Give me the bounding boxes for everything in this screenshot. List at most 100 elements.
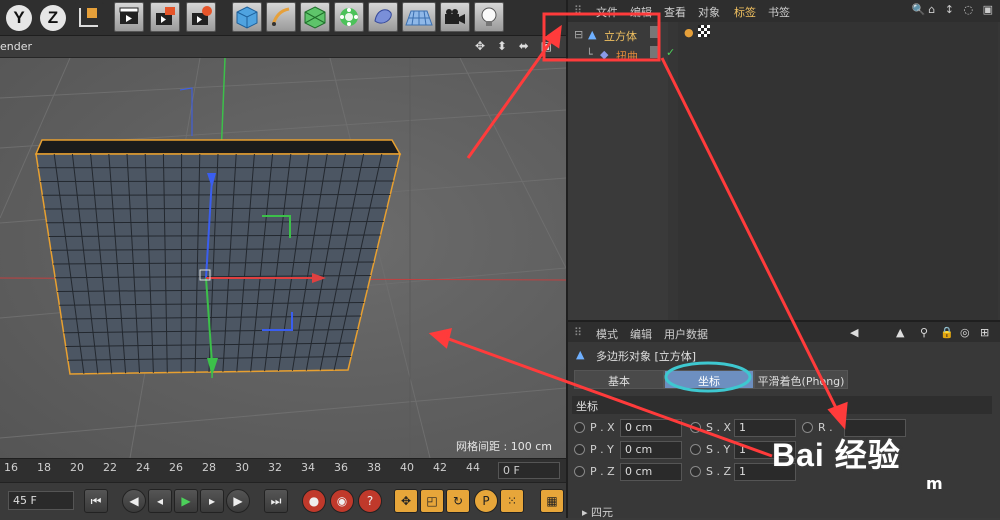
attribute-manager-menu: ⠿ 模式 编辑 用户数据 ◀ ▲ ⚲ 🔒 ◎ ⊞ — [568, 322, 1000, 342]
pen-spline-icon[interactable] — [266, 2, 296, 32]
subdivision-surface-icon[interactable] — [300, 2, 330, 32]
ruler-tick: 26 — [169, 461, 183, 474]
position-radio[interactable] — [574, 466, 585, 477]
baidu-watermark: Bai 经验 — [772, 430, 901, 476]
menu-bookmarks[interactable]: 书签 — [768, 4, 790, 20]
current-frame-field[interactable]: 45 F — [8, 491, 74, 510]
ruler-tick: 20 — [70, 461, 84, 474]
prev-frame-icon[interactable]: ◂ — [148, 489, 172, 513]
viewport-3d[interactable]: 网格间距 : 100 cm — [0, 58, 566, 458]
scale-label: S . X — [706, 421, 731, 434]
panel-grip-icon[interactable]: ⠿ — [574, 326, 582, 339]
scale-radio[interactable] — [690, 422, 701, 433]
polygon-object-icon: ▲ — [576, 348, 584, 361]
prev-key-icon[interactable]: ◀ — [122, 489, 146, 513]
scale-radio[interactable] — [690, 466, 701, 477]
tag-column: ● — [678, 22, 998, 320]
ruler-tick: 44 — [466, 461, 480, 474]
menu-file[interactable]: 文件 — [596, 4, 618, 20]
scale-radio[interactable] — [690, 444, 701, 455]
record-key-icon[interactable]: ● — [302, 489, 326, 513]
layer-toggle-icon-2[interactable] — [650, 46, 660, 58]
point-level-icon[interactable]: ⁙ — [500, 489, 524, 513]
tree-branch-icon: └ — [586, 48, 593, 61]
position-field[interactable]: 0 cm — [620, 419, 682, 437]
end-frame-field[interactable]: 0 F — [498, 462, 560, 479]
menu-view[interactable]: 查看 — [664, 4, 686, 20]
tab-coordinates[interactable]: 坐标 — [664, 370, 754, 389]
polygon-object-icon: ▲ — [588, 28, 596, 41]
render-to-picture-viewer-icon[interactable] — [150, 2, 180, 32]
search-icon[interactable]: ⚲ — [920, 326, 928, 339]
ruler-tick: 40 — [400, 461, 414, 474]
keyframe-selection-icon[interactable]: ? — [358, 489, 382, 513]
cloner-icon[interactable] — [334, 2, 364, 32]
tab-basic[interactable]: 基本 — [574, 370, 664, 389]
position-field[interactable]: 0 cm — [620, 463, 682, 481]
timeline-icon[interactable]: ▦ — [540, 489, 564, 513]
ruler-tick: 36 — [334, 461, 348, 474]
new-panel-icon[interactable]: ⊞ — [980, 326, 989, 339]
deformer-icon[interactable] — [368, 2, 398, 32]
scale-key-icon[interactable]: ◰ — [420, 489, 444, 513]
menu-am-edit[interactable]: 编辑 — [630, 326, 652, 342]
axis-z-button[interactable]: Z — [40, 5, 66, 31]
axis-y-button[interactable]: Y — [6, 5, 32, 31]
om-search-home-icons[interactable]: 🔍⌂ ↕ ◌ ▣ — [912, 3, 996, 16]
scale-label: S . Y — [706, 443, 730, 456]
position-field[interactable]: 0 cm — [620, 441, 682, 459]
object-manager-menu: ⠿ 文件 编辑 查看 对象 标签 书签 🔍⌂ ↕ ◌ ▣ — [568, 0, 1000, 22]
next-frame-icon[interactable]: ▸ — [200, 489, 224, 513]
lock-icon[interactable]: 🔒 — [940, 326, 954, 339]
position-label: P . X — [590, 421, 615, 434]
move-key-icon[interactable]: ✥ — [394, 489, 418, 513]
back-arrow-icon[interactable]: ◀ — [850, 326, 858, 339]
position-label: P . Z — [590, 465, 615, 478]
position-radio[interactable] — [574, 422, 585, 433]
rotate-key-icon[interactable]: ↻ — [446, 489, 470, 513]
menu-tags[interactable]: 标签 — [734, 4, 756, 20]
cursor-icon[interactable]: ▲ — [896, 326, 904, 339]
timeline-ruler[interactable]: 161820222426283032343638404244 0 F — [0, 458, 566, 482]
coordinate-system-icon[interactable] — [74, 2, 104, 32]
layer-toggle-icon[interactable] — [650, 26, 660, 38]
menu-edit[interactable]: 编辑 — [630, 4, 652, 20]
position-label: P . Y — [590, 443, 614, 456]
tree-collapse-icon[interactable]: ⊟ — [574, 28, 583, 41]
floor-icon[interactable] — [402, 2, 436, 32]
phong-tag-icon[interactable]: ● — [684, 26, 694, 39]
enabled-check-icon[interactable]: ✓ — [666, 46, 675, 59]
ruler-tick: 22 — [103, 461, 117, 474]
grid-spacing-label: 网格间距 : 100 cm — [456, 438, 552, 454]
tab-phong[interactable]: 平滑着色(Phong) — [754, 370, 848, 389]
ruler-tick: 18 — [37, 461, 51, 474]
ruler-tick: 30 — [235, 461, 249, 474]
twisted-cube-object[interactable] — [36, 140, 400, 374]
light-icon[interactable] — [474, 2, 504, 32]
auto-key-icon[interactable]: ◉ — [330, 489, 354, 513]
menu-mode[interactable]: 模式 — [596, 326, 618, 342]
menu-user-data[interactable]: 用户数据 — [664, 326, 708, 342]
object-name-twist[interactable]: 扭曲 — [616, 48, 638, 64]
ruler-tick: 34 — [301, 461, 315, 474]
render-view-icon[interactable] — [114, 2, 144, 32]
play-icon[interactable]: ▶ — [174, 489, 198, 513]
object-name-cube[interactable]: 立方体 — [604, 28, 637, 44]
watermark-fragment: m — [926, 474, 943, 493]
menu-objects[interactable]: 对象 — [698, 4, 720, 20]
next-key-icon[interactable]: ▶ — [226, 489, 250, 513]
viewport-nav-icons[interactable]: ✥ ⬍ ⬌ ▣ — [475, 39, 556, 53]
ruler-tick: 32 — [268, 461, 282, 474]
go-to-end-icon[interactable]: ⏭ — [264, 489, 288, 513]
target-icon[interactable]: ◎ — [960, 326, 970, 339]
material-tag-icon[interactable] — [698, 25, 710, 37]
transport-bar: 45 F ⏮ ◀ ◂ ▶ ▸ ▶ ⏭ ● ◉ ? ✥ ◰ ↻ P ⁙ ▦ — [0, 482, 566, 518]
twist-deformer-icon: ◆ — [600, 48, 608, 61]
position-radio[interactable] — [574, 444, 585, 455]
parameter-key-icon[interactable]: P — [474, 489, 498, 513]
cube-primitive-icon[interactable] — [232, 2, 262, 32]
camera-icon[interactable] — [440, 2, 470, 32]
panel-grip-icon[interactable]: ⠿ — [574, 4, 582, 17]
render-settings-icon[interactable] — [186, 2, 216, 32]
go-to-start-icon[interactable]: ⏮ — [84, 489, 108, 513]
